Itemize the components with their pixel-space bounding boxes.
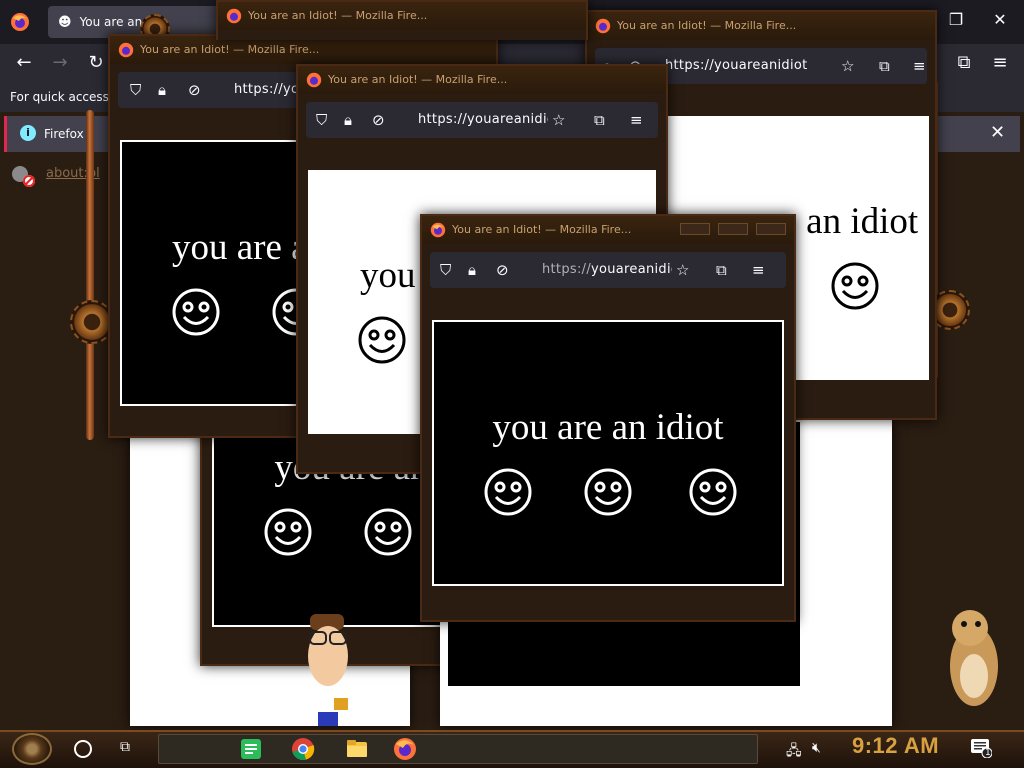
popup-titlebar: You are an Idiot! — Mozilla Fire... <box>110 36 496 64</box>
notification-text: Firefox <box>44 127 84 141</box>
firefox-taskbar-icon[interactable] <box>392 736 418 762</box>
volume-muted-icon[interactable]: 🔇︎ <box>812 740 821 756</box>
popup-urlbar[interactable]: ⛉ 🔒︎ ⊘ https://youareanidio ☆ ⧉ ≡ <box>430 252 786 288</box>
popup-titlebar: You are an Idiot! — Mozilla Fire... <box>422 216 794 244</box>
notification-close-icon[interactable]: ✕ <box>990 122 1005 143</box>
firefox-icon <box>595 18 611 34</box>
extensions-icon[interactable]: ⧉ <box>594 111 605 129</box>
smiley-icon <box>264 508 312 556</box>
close-button[interactable] <box>756 223 786 235</box>
close-window-icon[interactable]: ✕ <box>988 10 1012 29</box>
firefox-icon <box>430 222 446 238</box>
popup-titlebar: You are an Idiot! — Mozilla Fire... <box>587 12 935 40</box>
smiley-icon <box>689 468 737 516</box>
start-button[interactable] <box>12 733 52 765</box>
notes-app-icon[interactable] <box>238 736 264 762</box>
idiot-text: you are an idiot <box>492 407 724 448</box>
minimize-button[interactable] <box>680 223 710 235</box>
popup-titlebar: You are an Idiot! — Mozilla Fire... <box>298 66 666 94</box>
tab-title: You are an <box>79 15 143 29</box>
forward-arrow-icon[interactable]: → <box>48 52 72 73</box>
smiley-favicon-icon: ☻ <box>58 14 72 30</box>
popup-page: you are an idiot <box>432 320 784 586</box>
network-icon[interactable]: 🖧︎ <box>786 740 802 764</box>
bookmark-star-icon[interactable]: ☆ <box>552 111 565 129</box>
popup-title: You are an Idiot! — Mozilla Fire... <box>328 73 508 86</box>
extensions-icon[interactable]: ⧉ <box>879 57 890 75</box>
hamster-desktop-pet[interactable] <box>940 606 1006 710</box>
taskbar-clock[interactable]: 9:12 AM <box>852 733 939 759</box>
menu-icon[interactable]: ≡ <box>988 52 1012 73</box>
bookmark-hint-text: For quick access <box>10 90 109 104</box>
popup-window-top-center[interactable]: You are an Idiot! — Mozilla Fire... <box>216 0 588 40</box>
menu-icon[interactable]: ≡ <box>752 261 765 279</box>
smiley-icon <box>831 262 879 310</box>
smiley-icon <box>172 288 220 336</box>
shield-icon[interactable]: ⛉ <box>130 81 141 99</box>
smiley-icon <box>364 508 412 556</box>
lock-icon: 🔒︎ <box>344 111 352 129</box>
reload-icon[interactable]: ↻ <box>84 52 108 73</box>
cartoon-man-desktop-pet[interactable] <box>302 612 354 728</box>
maximize-button[interactable] <box>718 223 748 235</box>
permissions-icon[interactable]: ⊘ <box>372 111 385 129</box>
back-arrow-icon[interactable]: ← <box>12 52 36 73</box>
popup-url[interactable]: https://youareanidiot <box>418 112 548 127</box>
menu-icon[interactable]: ≡ <box>913 57 926 75</box>
popup-title: You are an Idiot! — Mozilla Fire... <box>140 43 320 56</box>
lock-icon: 🔒︎ <box>158 81 166 99</box>
firefox-icon <box>118 42 134 58</box>
popup-url[interactable]: https://youareanidio <box>542 262 672 277</box>
permissions-icon[interactable]: ⊘ <box>188 81 201 99</box>
search-icon[interactable] <box>74 740 92 758</box>
menu-icon[interactable]: ≡ <box>630 111 643 129</box>
popup-url[interactable]: https://youareanidiot <box>234 82 304 97</box>
smiley-icon <box>584 468 632 516</box>
popup-title: You are an Idiot! — Mozilla Fire... <box>452 223 632 236</box>
notification-count: 1 <box>985 748 991 758</box>
extensions-icon[interactable]: ⧉ <box>952 52 976 73</box>
firefox-icon <box>226 8 242 24</box>
lock-icon: 🔒︎ <box>468 261 476 279</box>
bookmark-star-icon[interactable]: ☆ <box>676 261 689 279</box>
popup-titlebar: You are an Idiot! — Mozilla Fire... <box>218 2 586 30</box>
shield-icon[interactable]: ⛉ <box>440 261 451 279</box>
info-icon: i <box>20 125 36 141</box>
muted-speaker-icon[interactable] <box>10 164 36 188</box>
popup-title: You are an Idiot! — Mozilla Fire... <box>617 19 797 32</box>
window-controls[interactable] <box>656 223 786 237</box>
chrome-icon[interactable] <box>290 736 316 762</box>
url-scheme: https:// <box>542 262 591 277</box>
file-explorer-icon[interactable] <box>344 736 370 762</box>
popup-title: You are an Idiot! — Mozilla Fire... <box>248 9 428 22</box>
permissions-icon[interactable]: ⊘ <box>496 261 509 279</box>
restore-icon[interactable]: ❐ <box>944 10 968 29</box>
smiley-icon <box>484 468 532 516</box>
firefox-icon[interactable] <box>10 12 30 32</box>
firefox-icon <box>306 72 322 88</box>
shield-icon[interactable]: ⛉ <box>316 111 327 129</box>
task-view-icon[interactable]: ⧉ <box>120 739 140 757</box>
popup-window-front[interactable]: You are an Idiot! — Mozilla Fire... ⛉ 🔒︎… <box>420 214 796 622</box>
popup-url[interactable]: https://youareanidiot <box>665 58 835 73</box>
decor-pipe <box>86 110 94 440</box>
url-host: youareanidio <box>591 262 672 277</box>
extensions-icon[interactable]: ⧉ <box>716 261 727 279</box>
popup-urlbar[interactable]: ⛉ 🔒︎ ⊘ https://youareanidiot ☆ ⧉ ≡ <box>306 102 658 138</box>
smiley-icon <box>358 316 406 364</box>
bookmark-star-icon[interactable]: ☆ <box>841 57 854 75</box>
